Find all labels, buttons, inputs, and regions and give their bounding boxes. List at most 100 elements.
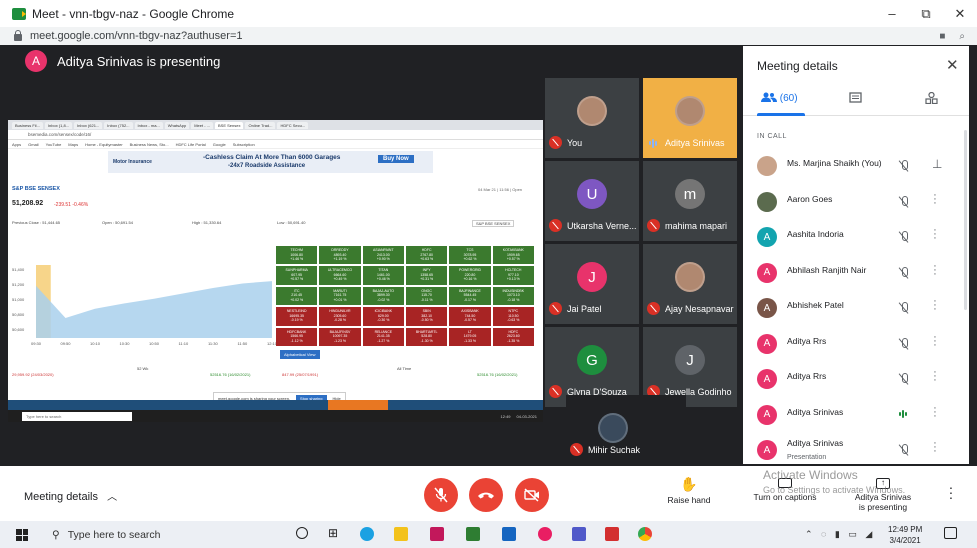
heatmap-cell: TITAN 1461.00 +0.46 %	[362, 266, 404, 285]
excel-icon[interactable]	[466, 527, 480, 541]
file-explorer-icon[interactable]	[394, 527, 408, 541]
participant-name: You	[567, 138, 583, 148]
taskbar-clock[interactable]: 12:49 PM 3/4/2021	[888, 524, 922, 546]
more-options-icon[interactable]: · · ·	[932, 438, 938, 457]
heatmap-cell-change: -1.33 %	[463, 338, 477, 343]
chat-tab[interactable]	[849, 92, 862, 107]
chrome-icon[interactable]	[638, 527, 652, 541]
heatmap-cell-change: -1.30 %	[420, 338, 433, 343]
teams-icon[interactable]	[572, 527, 586, 541]
heatmap-cell: NESTLEIND 16695.35 -0.19 %	[276, 307, 318, 326]
shared-taskbar-search: Type here to search	[22, 411, 132, 421]
person-row[interactable]: A Aditya Rrs · · ·	[743, 330, 969, 358]
panel-scrollbar[interactable]	[964, 130, 967, 310]
close-panel-button[interactable]: ✕	[946, 56, 959, 74]
notifications-icon[interactable]	[944, 527, 957, 539]
participant-tile[interactable]: m mahima mapari	[643, 161, 737, 241]
more-options-icon[interactable]: · · ·	[932, 189, 938, 208]
url-text[interactable]: meet.google.com/vnn-tbgv-naz?authuser=1	[30, 30, 243, 42]
index-timestamp: 04 Mar 21 | 11:56 | Open	[478, 187, 523, 192]
heatmap-cell-change: -1.35 %	[507, 338, 520, 343]
chart-x-tick-label: 09:30	[31, 341, 42, 346]
heatmap-cell: BAJAJ-AUTO 3899.30 -0.02 %	[362, 286, 404, 306]
person-row[interactable]: A Aditya Rrs · · ·	[743, 365, 969, 393]
minimize-button[interactable]: –	[875, 6, 909, 22]
more-options-icon[interactable]: · · ·	[932, 260, 938, 279]
edge-icon[interactable]	[360, 527, 374, 541]
alphabetical-view-button: Alphabetical View	[280, 350, 320, 359]
mic-muted-icon	[549, 385, 562, 398]
leave-call-button[interactable]	[469, 478, 503, 512]
paint-icon[interactable]	[538, 527, 552, 541]
camera-icon[interactable]: ■	[939, 31, 945, 42]
meet-app-icon	[12, 7, 26, 20]
address-bar[interactable]: meet.google.com/vnn-tbgv-naz?authuser=1 …	[0, 27, 977, 45]
word-icon[interactable]	[502, 527, 516, 541]
mic-off-icon	[899, 373, 909, 385]
activities-tab[interactable]	[925, 91, 938, 107]
heatmap-cell-change: +0.63 %	[420, 257, 434, 261]
camera-off-button[interactable]	[515, 478, 549, 512]
taskbar-search-box[interactable]: ⚲ Type here to search	[46, 525, 278, 545]
presenter-avatar: A	[25, 50, 47, 72]
mic-off-icon	[899, 231, 909, 243]
close-window-button[interactable]: ✕	[943, 6, 977, 22]
heatmap-cell-change: -0.50 %	[420, 318, 433, 323]
more-options-icon[interactable]: · · ·	[932, 402, 938, 421]
meeting-details-button[interactable]: Meeting details ︿	[24, 488, 117, 503]
presenter-banner: A Aditya Srinivas is presenting	[8, 46, 543, 76]
task-view-icon[interactable]: ⊞	[328, 526, 338, 540]
cortana-icon[interactable]	[296, 527, 308, 539]
chart-y-tick-label: 50,800	[12, 312, 25, 317]
pdf-icon[interactable]	[605, 527, 619, 541]
participant-name: Ajay Nesapnavar	[665, 304, 734, 314]
heatmap-cell: ITC 210.45 +0.02 %	[276, 286, 318, 306]
person-row[interactable]: A Aditya Srinivas Presentation · · ·	[743, 436, 969, 464]
mic-off-icon	[899, 302, 909, 314]
zoom-icon[interactable]: ⌕	[959, 31, 965, 42]
heatmap-cell-change: +0.49 %	[333, 277, 347, 282]
chart-y-tick-label: 51,400	[12, 267, 25, 272]
shared-tab: WhatsApp	[164, 121, 190, 129]
heatmap-cell: POWERGRID 220.80 +0.16 %	[449, 266, 491, 285]
system-tray-icons[interactable]: ⌃ ◌ ▮ ▭ ◢	[805, 529, 875, 540]
more-options-icon[interactable]: · · ·	[932, 331, 938, 350]
participant-tile[interactable]: U Utkarsha Verne...	[545, 161, 639, 241]
app-icon-m[interactable]	[430, 527, 444, 541]
person-row[interactable]: A Abhishek Patel · · ·	[743, 294, 969, 322]
person-avatar	[757, 156, 777, 176]
mic-muted-icon	[549, 302, 562, 315]
heatmap-cell: ICICIBANK 629.00 -0.30 %	[362, 307, 404, 326]
person-row[interactable]: Aaron Goes · · ·	[743, 188, 969, 216]
participant-tile[interactable]: Aditya Srinivas	[643, 78, 737, 158]
more-options-icon[interactable]: · · ·	[932, 225, 938, 244]
shared-tab: Inbox (752...	[104, 121, 133, 129]
person-row[interactable]: A Aashita Indoria · · ·	[743, 223, 969, 251]
participant-tile[interactable]: You	[545, 78, 639, 158]
more-options-button[interactable]: · · ·	[948, 480, 954, 504]
more-options-icon[interactable]: · · ·	[932, 367, 938, 386]
windows-start-button[interactable]	[16, 529, 28, 541]
maximize-button[interactable]: ⧉	[909, 6, 943, 22]
browser-title-bar: Meet - vnn-tbgv-naz - Google Chrome – ⧉ …	[0, 0, 977, 27]
participant-avatar: G	[577, 345, 607, 375]
people-tab[interactable]: (60)	[761, 92, 798, 104]
heatmap-cell: BHARTIARTL 528.80 -1.30 %	[405, 327, 448, 346]
chart-y-tick-label: 50,600	[12, 327, 25, 332]
person-row[interactable]: A Abhilash Ranjith Nair · · ·	[743, 259, 969, 287]
participant-tile[interactable]: Mihir Suchak	[566, 395, 686, 465]
more-options-icon[interactable]: · · ·	[932, 296, 938, 315]
taskbar-search-placeholder: Type here to search	[67, 529, 161, 541]
person-row[interactable]: Ms. Marjina Shaikh (You) ⊥	[743, 152, 969, 180]
pin-icon[interactable]: ⊥	[932, 157, 942, 171]
mic-off-icon	[899, 195, 909, 208]
lock-icon	[14, 29, 22, 41]
raise-hand-button[interactable]: ✋ Raise hand	[667, 476, 711, 505]
range-52wk-high: 52516.76 (16/02/2021)	[210, 372, 251, 377]
mic-off-button[interactable]	[424, 478, 458, 512]
person-row[interactable]: A Aditya Srinivas · · ·	[743, 401, 969, 429]
person-avatar: A	[757, 333, 777, 354]
participant-tile[interactable]: J Jai Patel	[545, 244, 639, 324]
participant-tile[interactable]: Ajay Nesapnavar	[643, 244, 737, 324]
heatmap-cell-change: -1.23 %	[333, 338, 347, 343]
